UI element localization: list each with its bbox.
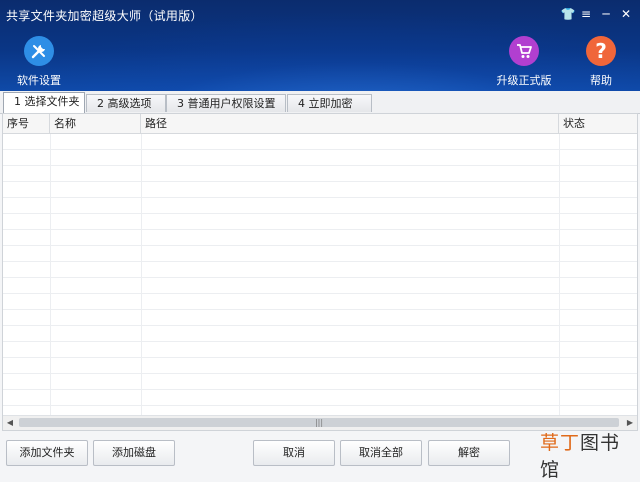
cart-icon [509,36,539,66]
table-row[interactable] [3,134,637,150]
help-icon: ? [586,36,616,66]
cancel-button[interactable]: 取消 [253,440,335,466]
add-disk-button[interactable]: 添加磁盘 [93,440,175,466]
table-row[interactable] [3,182,637,198]
title-bar-header: 共享文件夹加密超级大师（试用版） 👕 ≡ ─ ✕ 软件设置 升级正式版 ? 帮助 [0,0,640,91]
column-header-path[interactable]: 路径 [141,114,559,133]
tab-bar: 1 选择文件夹 2 高级选项 3 普通用户权限设置 4 立即加密 [0,91,640,114]
table-row[interactable] [3,374,637,390]
column-header-name[interactable]: 名称 [50,114,141,133]
settings-icon [24,36,54,66]
window-title: 共享文件夹加密超级大师（试用版） [6,9,203,23]
add-folder-button[interactable]: 添加文件夹 [6,440,88,466]
table-row[interactable] [3,262,637,278]
table-row[interactable] [3,198,637,214]
tab-user-permissions[interactable]: 3 普通用户权限设置 [166,94,286,112]
table-row[interactable] [3,342,637,358]
skin-icon[interactable]: 👕 [560,6,576,22]
table-row[interactable] [3,230,637,246]
menu-icon[interactable]: ≡ [578,6,594,22]
tab-encrypt-now[interactable]: 4 立即加密 [287,94,372,112]
tab-select-folder[interactable]: 1 选择文件夹 [3,92,85,113]
table-row[interactable] [3,150,637,166]
cancel-all-button[interactable]: 取消全部 [340,440,422,466]
column-header-status[interactable]: 状态 [559,114,637,133]
table-row[interactable] [3,246,637,262]
upgrade-label: 升级正式版 [496,74,552,87]
help-button[interactable]: ? 帮助 [584,36,618,88]
table-row[interactable] [3,166,637,182]
table-row[interactable] [3,358,637,374]
table-row[interactable] [3,310,637,326]
table-row[interactable] [3,326,637,342]
decrypt-button[interactable]: 解密 [428,440,510,466]
close-button[interactable]: ✕ [618,6,634,22]
table-row[interactable] [3,294,637,310]
help-label: 帮助 [590,74,612,87]
table-row[interactable] [3,278,637,294]
settings-label: 软件设置 [17,74,61,87]
table-body [3,134,637,416]
scrollbar-thumb[interactable]: ||| [19,418,619,427]
column-header-index[interactable]: 序号 [3,114,50,133]
settings-button[interactable]: 软件设置 [14,36,64,88]
watermark-part1: 草丁 [540,432,581,454]
scroll-left-icon[interactable]: ◀ [3,416,17,430]
folder-table[interactable]: 序号 名称 路径 状态 ◀ ||| ▶ [2,113,638,431]
upgrade-button[interactable]: 升级正式版 [496,36,552,88]
table-row[interactable] [3,390,637,406]
table-row[interactable] [3,214,637,230]
grip-icon: ||| [314,418,324,427]
tab-advanced-options[interactable]: 2 高级选项 [86,94,166,112]
table-header: 序号 名称 路径 状态 [3,114,637,134]
minimize-button[interactable]: ─ [598,6,614,22]
